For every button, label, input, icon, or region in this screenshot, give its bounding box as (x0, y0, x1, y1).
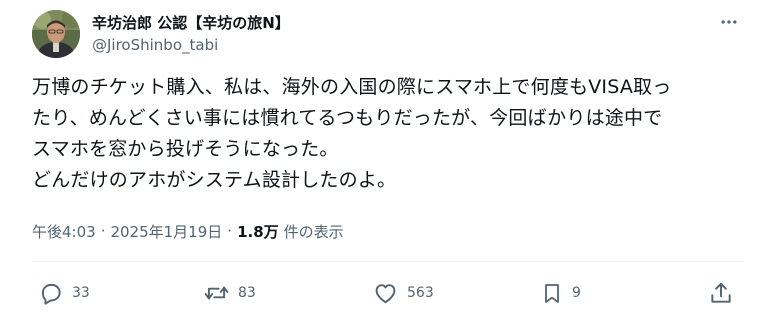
retweet-icon (203, 280, 230, 306)
tweet-text-line: たり、めんどくさい事には慣れてるつもりだったが、今回ばかりは途中で (32, 107, 663, 129)
reply-button[interactable]: 33 (38, 278, 90, 308)
share-button[interactable] (708, 278, 734, 308)
heart-icon (372, 280, 399, 306)
more-options-button[interactable] (712, 10, 746, 34)
tweet-text: 万博のチケット購入、私は、海外の入国の際にスマホ上で何度もVISA取っ たり、め… (32, 72, 767, 196)
retweet-button[interactable]: 83 (203, 278, 256, 308)
tweet-text-line: 万博のチケット購入、私は、海外の入国の際にスマホ上で何度もVISA取っ (32, 76, 672, 98)
reply-icon (38, 280, 64, 306)
action-bar: 33 83 563 9 (0, 278, 773, 308)
reply-count: 33 (72, 285, 90, 301)
avatar[interactable] (32, 10, 80, 58)
tweet-text-line: スマホを窓から投げそうになった。 (32, 138, 339, 160)
bookmark-button[interactable]: 9 (540, 278, 581, 308)
more-horizontal-icon (719, 12, 739, 32)
tweet-meta: 午後4:03 · 2025年1月19日 · 1.8万 件の表示 (32, 219, 344, 243)
divider (32, 261, 744, 262)
tweet-card: 辛坊治郎 公認【辛坊の旅N】 @JiroShinbo_tabi 万博のチケット購… (0, 0, 773, 326)
views-label: 件の表示 (283, 222, 344, 241)
tweet-text-line: どんだけのアホがシステム設計したのよ。 (32, 169, 397, 191)
share-icon (708, 280, 734, 306)
like-button[interactable]: 563 (372, 278, 434, 308)
meta-separator: · (100, 222, 106, 240)
author-handle[interactable]: @JiroShinbo_tabi (92, 36, 218, 54)
author-name-row: 辛坊治郎 公認【辛坊の旅N】 (92, 11, 290, 33)
retweet-count: 83 (238, 285, 256, 301)
tweet-time[interactable]: 午後4:03 (32, 221, 96, 242)
bookmark-icon (540, 280, 564, 307)
tweet-date[interactable]: 2025年1月19日 (110, 221, 222, 242)
views-count[interactable]: 1.8万 (237, 221, 279, 242)
meta-separator: · (227, 222, 233, 240)
avatar-photo (32, 10, 80, 58)
bookmark-count: 9 (572, 285, 581, 301)
author-display-name[interactable]: 辛坊治郎 公認【辛坊の旅N】 (92, 12, 290, 33)
like-count: 563 (407, 285, 434, 301)
